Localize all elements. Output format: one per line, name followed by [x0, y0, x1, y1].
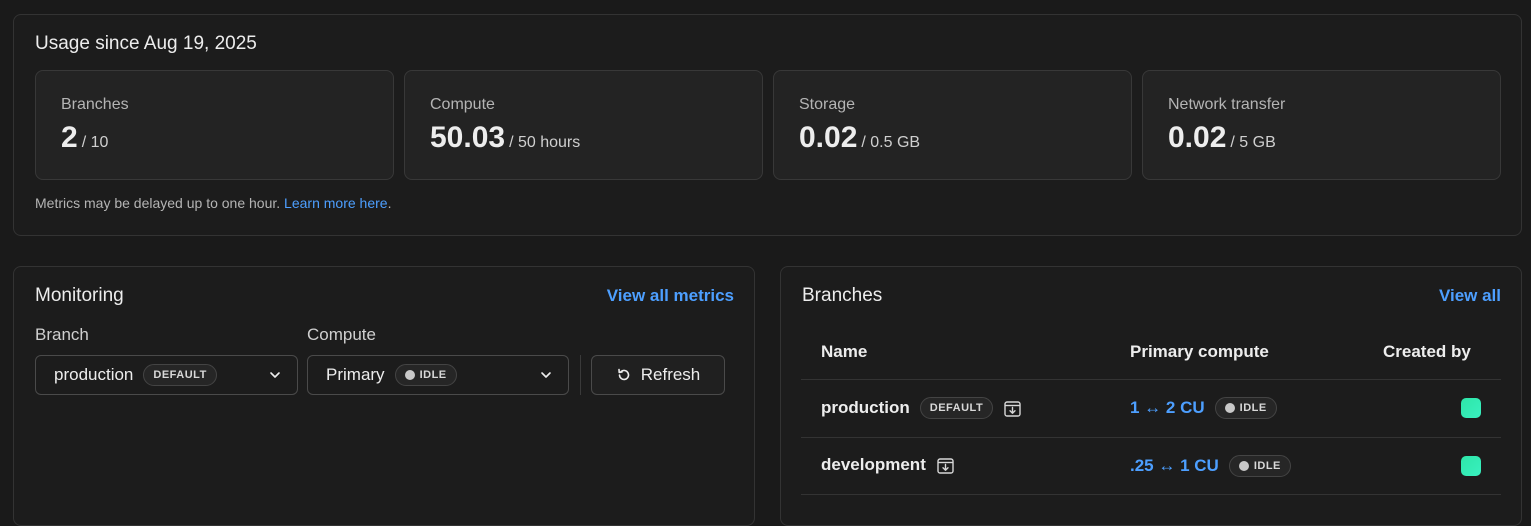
stat-value: 50.03 [430, 121, 506, 154]
refresh-label: Refresh [640, 365, 701, 384]
compute-select[interactable]: Primary IDLE [307, 355, 569, 395]
compute-range-link[interactable]: 1 ↔ 2 CU [1130, 398, 1205, 418]
stat-value: 0.02 [799, 121, 858, 154]
divider [801, 494, 1501, 495]
stat-limit: / 5 GB [1230, 134, 1276, 151]
status-dot-icon [1238, 461, 1249, 471]
archive-download-icon[interactable] [936, 456, 955, 475]
branch-row-production[interactable]: production DEFAULT [821, 397, 1022, 419]
stat-label: Storage [799, 96, 856, 113]
stat-limit: / 0.5 GB [861, 134, 921, 151]
chevron-down-icon [270, 372, 280, 378]
archive-download-icon[interactable] [1003, 399, 1022, 418]
usage-title: Usage since Aug 19, 2025 [35, 33, 257, 54]
monitoring-title: Monitoring [35, 285, 124, 306]
compute-select-value: Primary [326, 365, 385, 384]
stat-card-storage: Storage 0.02/ 0.5 GB [773, 70, 1132, 180]
stat-card-network-transfer: Network transfer 0.02/ 5 GB [1142, 70, 1501, 180]
stat-label: Branches [61, 96, 129, 113]
branches-title: Branches [802, 285, 883, 306]
stat-value: 2 [61, 121, 78, 154]
branch-row-development[interactable]: development [821, 455, 955, 475]
usage-panel: Usage since Aug 19, 2025 Branches 2/ 10 … [13, 14, 1522, 236]
view-all-branches-link[interactable]: View all [1439, 286, 1501, 306]
stat-value: 0.02 [1168, 121, 1227, 154]
divider [801, 379, 1501, 380]
stat-limit: / 10 [81, 134, 109, 151]
compute-label: Compute [307, 325, 376, 344]
compute-range-link[interactable]: .25 ↔ 1 CU [1130, 456, 1219, 476]
branches-panel: Branches View all Name Primary compute C… [780, 266, 1522, 526]
branch-select-value: production [54, 365, 134, 384]
status-dot-icon [1224, 403, 1235, 413]
column-header-created-by: Created by [1383, 342, 1471, 361]
branch-select[interactable]: production DEFAULT [35, 355, 298, 395]
row-compute-production: 1 ↔ 2 CU IDLE [1130, 397, 1277, 419]
usage-note: Metrics may be delayed up to one hour. L… [35, 195, 391, 211]
usage-note-end: . [387, 195, 392, 211]
stat-label: Compute [430, 96, 495, 113]
stat-limit: / 50 hours [509, 134, 581, 151]
view-all-metrics-link[interactable]: View all metrics [607, 286, 734, 306]
branch-name[interactable]: production [821, 398, 910, 418]
stat-card-branches: Branches 2/ 10 [35, 70, 394, 180]
default-badge: DEFAULT [143, 364, 217, 386]
divider [580, 355, 581, 395]
monitoring-panel: Monitoring View all metrics Branch Compu… [13, 266, 755, 526]
chevron-down-icon [541, 372, 551, 378]
column-header-name: Name [821, 342, 868, 361]
learn-more-link[interactable]: Learn more here [284, 195, 388, 211]
refresh-icon [617, 368, 630, 381]
row-compute-development: .25 ↔ 1 CU IDLE [1130, 455, 1291, 477]
default-badge: DEFAULT [919, 397, 994, 419]
usage-note-text: Metrics may be delayed up to one hour. [35, 195, 281, 211]
idle-badge: IDLE [1228, 455, 1291, 477]
branch-label: Branch [35, 325, 89, 344]
branch-name[interactable]: development [821, 455, 926, 475]
divider [801, 437, 1501, 438]
stat-label: Network transfer [1168, 96, 1286, 113]
idle-badge: IDLE [1214, 397, 1277, 419]
avatar [1461, 456, 1481, 476]
column-header-primary-compute: Primary compute [1130, 342, 1269, 361]
stat-card-compute: Compute 50.03/ 50 hours [404, 70, 763, 180]
status-dot-icon [404, 370, 415, 380]
idle-badge: IDLE [394, 364, 457, 386]
avatar [1461, 398, 1481, 418]
refresh-button[interactable]: Refresh [591, 355, 725, 395]
